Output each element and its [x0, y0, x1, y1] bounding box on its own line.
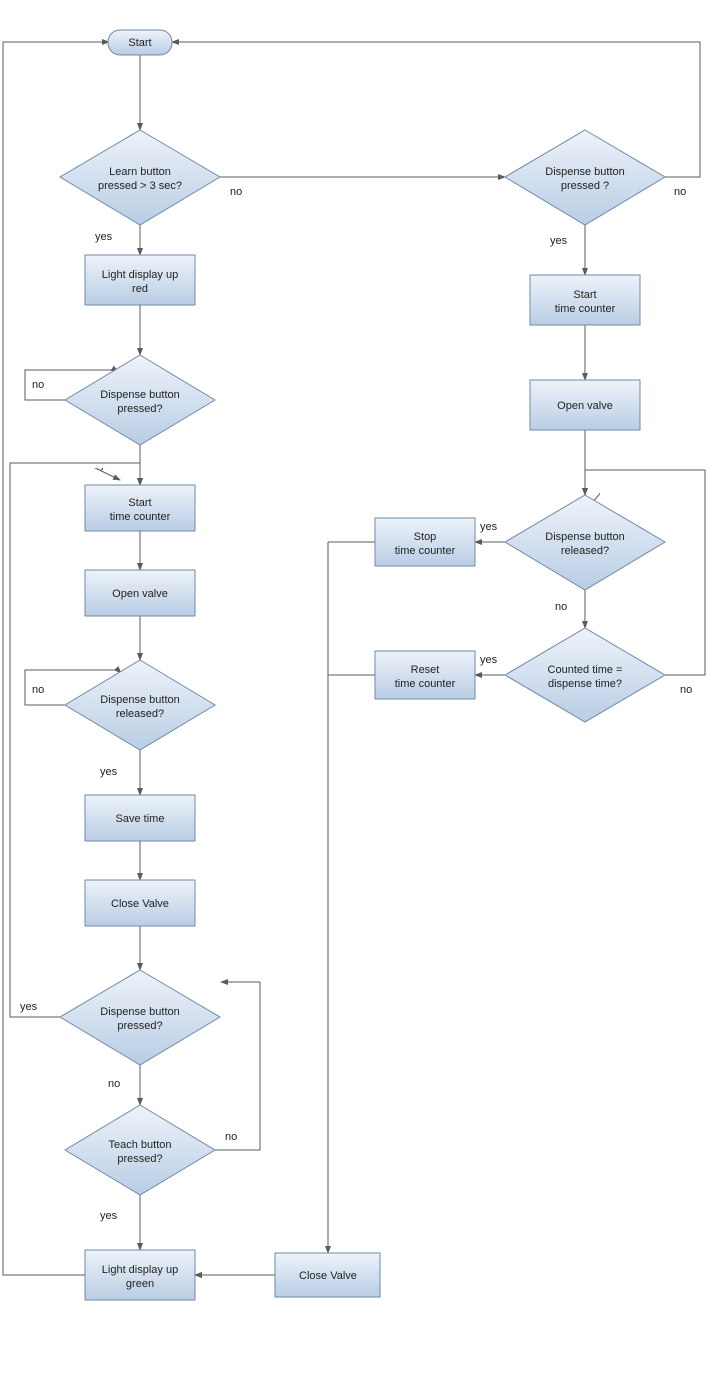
svg-text:Save time: Save time	[116, 813, 165, 825]
svg-text:Dispense button: Dispense button	[100, 389, 180, 401]
label-yes: yes	[480, 654, 498, 666]
label-yes: yes	[20, 1001, 38, 1013]
svg-text:time counter: time counter	[395, 678, 456, 690]
svg-text:Dispense button: Dispense button	[545, 531, 625, 543]
open-valve-left-box: Open valve	[85, 570, 195, 616]
svg-text:Reset: Reset	[411, 664, 440, 676]
close-valve-right-box: Close Valve	[275, 1253, 380, 1297]
teach-decision: Teach button pressed?	[65, 1105, 215, 1195]
svg-text:Counted time =: Counted time =	[548, 664, 623, 676]
svg-text:released?: released?	[116, 708, 164, 720]
svg-text:Dispense button: Dispense button	[100, 1006, 180, 1018]
svg-text:Dispense button: Dispense button	[100, 694, 180, 706]
label-no: no	[225, 1131, 237, 1143]
start-counter-right-box: Start time counter	[530, 275, 640, 325]
svg-text:Learn button: Learn button	[109, 166, 171, 178]
svg-text:Light display up: Light display up	[102, 1264, 178, 1276]
label-yes: yes	[550, 235, 568, 247]
close-valve-left-box: Close Valve	[85, 880, 195, 926]
svg-text:pressed ?: pressed ?	[561, 180, 609, 192]
svg-text:dispense time?: dispense time?	[548, 678, 622, 690]
learn-decision: Learn button pressed > 3 sec?	[60, 130, 220, 225]
svg-text:Open valve: Open valve	[557, 400, 613, 412]
svg-text:pressed?: pressed?	[117, 1153, 162, 1165]
svg-text:pressed?: pressed?	[117, 403, 162, 415]
svg-text:Start: Start	[573, 289, 596, 301]
svg-text:Stop: Stop	[414, 531, 437, 543]
label-yes: yes	[100, 766, 118, 778]
label-no: no	[674, 186, 686, 198]
light-red-box: Light display up red	[85, 255, 195, 305]
svg-text:Close Valve: Close Valve	[111, 898, 169, 910]
svg-text:green: green	[126, 1278, 154, 1290]
label-no: no	[230, 186, 242, 198]
released-left-decision: Dispense button released?	[65, 660, 215, 750]
label-no: no	[108, 1078, 120, 1090]
svg-text:red: red	[132, 283, 148, 295]
svg-text:Teach button: Teach button	[109, 1139, 172, 1151]
start-label: Start	[128, 37, 151, 49]
flowchart-canvas: yes no no yes yes no yes no no yes	[0, 0, 721, 1375]
label-no: no	[680, 684, 692, 696]
svg-text:pressed?: pressed?	[117, 1020, 162, 1032]
dispense-decision-right: Dispense button pressed ?	[505, 130, 665, 225]
reset-counter-box: Reset time counter	[375, 651, 475, 699]
dispense-pressed-left-decision: Dispense button pressed?	[65, 355, 215, 445]
start-counter-left-box: Start time counter	[85, 485, 195, 531]
dispense-pressed2-decision: Dispense button pressed?	[60, 970, 220, 1065]
svg-text:Open valve: Open valve	[112, 588, 168, 600]
label-no: no	[555, 601, 567, 613]
svg-text:time counter: time counter	[110, 511, 171, 523]
svg-text:Dispense button: Dispense button	[545, 166, 625, 178]
label-yes: yes	[480, 521, 498, 533]
label-yes: yes	[95, 231, 113, 243]
open-valve-right-box: Open valve	[530, 380, 640, 430]
light-green-box: Light display up green	[85, 1250, 195, 1300]
svg-text:released?: released?	[561, 545, 609, 557]
svg-text:Start: Start	[128, 497, 151, 509]
label-no: no	[32, 379, 44, 391]
svg-text:Light display up: Light display up	[102, 269, 178, 281]
save-time-box: Save time	[85, 795, 195, 841]
svg-text:time counter: time counter	[555, 303, 616, 315]
label-yes: yes	[100, 1210, 118, 1222]
svg-text:Close Valve: Close Valve	[299, 1270, 357, 1282]
label-no: no	[32, 684, 44, 696]
svg-text:time counter: time counter	[395, 545, 456, 557]
stop-counter-box: Stop time counter	[375, 518, 475, 566]
svg-text:pressed > 3 sec?: pressed > 3 sec?	[98, 180, 182, 192]
